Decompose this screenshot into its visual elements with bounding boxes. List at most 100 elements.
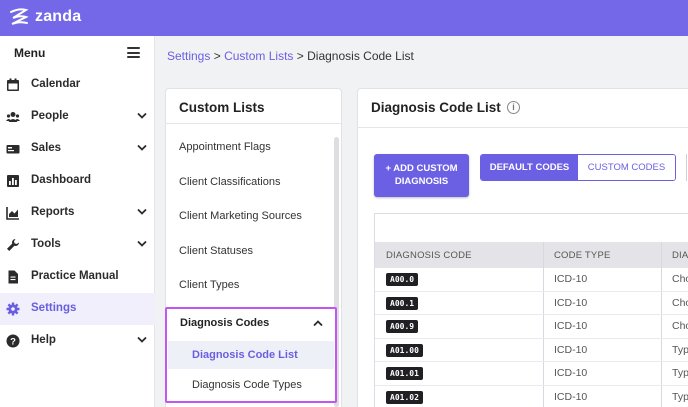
column-header-diagnosis-code[interactable]: DIAGNOSIS CODE: [386, 250, 472, 261]
list-item-client-marketing-sources[interactable]: Client Marketing Sources: [179, 210, 302, 222]
diagnosis-table: DIAGNOSIS CODE CODE TYPE DIA A00.0 ICD-1…: [374, 213, 688, 407]
sidebar-item-label: Help: [31, 334, 56, 346]
top-bar: zanda: [0, 0, 688, 36]
brand-name: zanda: [35, 8, 82, 25]
description-cell: Cho: [672, 273, 688, 285]
dashboard-icon: [7, 175, 19, 187]
sidebar-item-label: Tools: [31, 238, 61, 250]
divider: [358, 127, 688, 128]
sidebar-item-label: Settings: [31, 302, 77, 314]
add-custom-diagnosis-button[interactable]: + ADD CUSTOM DIAGNOSIS: [374, 154, 469, 197]
table-row[interactable]: A00.1 ICD-10 Cho: [375, 292, 688, 315]
svg-text:?: ?: [10, 337, 16, 348]
table-row[interactable]: A01.01 ICD-10 Typ: [375, 362, 688, 386]
code-type-cell: ICD-10: [554, 390, 588, 403]
page-title: Diagnosis Code List: [371, 100, 501, 115]
breadcrumb-custom-lists[interactable]: Custom Lists: [224, 49, 293, 63]
sidebar-item-calendar[interactable]: Calendar: [0, 69, 155, 101]
list-item-client-statuses[interactable]: Client Statuses: [179, 245, 253, 257]
list-item-diagnosis-code-list[interactable]: Diagnosis Code List: [168, 341, 334, 369]
menu-title: Menu: [14, 46, 46, 60]
table-row[interactable]: A00.0 ICD-10 Cho: [375, 268, 688, 292]
list-item-diagnosis-code-types[interactable]: Diagnosis Code Types: [192, 379, 302, 391]
code-badge: A00.9: [386, 320, 419, 333]
custom-lists-panel: Custom Lists Appointment Flags Client Cl…: [165, 88, 342, 407]
description-cell: Typ: [672, 343, 688, 356]
code-badge: A01.02: [386, 390, 423, 404]
list-item-client-classifications[interactable]: Client Classifications: [179, 176, 280, 188]
sidebar: Menu Calendar People Sales Dashboard Rep…: [0, 36, 155, 407]
sidebar-item-people[interactable]: People: [0, 101, 155, 133]
description-cell: Cho: [672, 296, 688, 309]
diagnosis-codes-group: Diagnosis Codes Diagnosis Code List Diag…: [165, 307, 337, 403]
sidebar-item-label: People: [31, 110, 69, 122]
add-button-line: DIAGNOSIS: [394, 176, 449, 187]
tab-default-codes[interactable]: DEFAULT CODES: [481, 155, 578, 180]
code-badge: A00.0: [386, 273, 419, 286]
column-header-description[interactable]: DIA: [672, 250, 688, 261]
hamburger-icon[interactable]: [127, 47, 140, 58]
breadcrumb-settings[interactable]: Settings: [167, 49, 210, 63]
breadcrumb-separator: >: [296, 49, 304, 63]
sidebar-item-settings[interactable]: Settings: [0, 293, 155, 325]
sidebar-item-sales[interactable]: Sales: [0, 133, 155, 165]
breadcrumb-current: Diagnosis Code List: [307, 49, 414, 63]
reports-icon: [6, 207, 19, 220]
table-row[interactable]: A01.02 ICD-10 Typ: [375, 386, 688, 407]
zanda-logo[interactable]: zanda: [8, 6, 81, 28]
sidebar-item-tools[interactable]: Tools: [0, 229, 155, 261]
code-type-cell: ICD-10: [554, 296, 588, 309]
breadcrumb-separator: >: [213, 49, 221, 63]
list-item-label: Diagnosis Code List: [192, 349, 298, 361]
diagnosis-code-panel: Diagnosis Code List i + ADD CUSTOM DIAGN…: [357, 88, 688, 407]
wrench-icon: [7, 239, 19, 251]
gear-icon: [6, 302, 20, 316]
code-type-cell: ICD-10: [554, 343, 588, 356]
sales-icon: [6, 145, 20, 154]
sidebar-item-label: Sales: [31, 142, 62, 154]
chevron-down-icon: [137, 240, 147, 247]
code-type-cell: ICD-10: [554, 273, 588, 285]
chevron-down-icon: [137, 112, 147, 119]
code-type-cell: ICD-10: [554, 367, 588, 379]
sidebar-item-reports[interactable]: Reports: [0, 197, 155, 229]
chevron-down-icon: [137, 144, 147, 151]
tab-custom-codes[interactable]: CUSTOM CODES: [578, 155, 675, 180]
divider: [166, 123, 341, 124]
table-header: DIAGNOSIS CODE CODE TYPE DIA: [375, 242, 688, 268]
add-button-line: + ADD CUSTOM: [385, 163, 458, 174]
description-cell: Typ: [672, 367, 688, 379]
help-icon: ?: [6, 334, 20, 348]
breadcrumb: Settings > Custom Lists > Diagnosis Code…: [167, 49, 414, 63]
zanda-logo-icon: [10, 8, 29, 25]
sidebar-item-label: Dashboard: [31, 174, 92, 186]
sidebar-item-label: Reports: [31, 206, 75, 218]
document-icon: [8, 270, 18, 284]
code-tabs: DEFAULT CODES CUSTOM CODES: [480, 154, 676, 181]
diagnosis-codes-header[interactable]: Diagnosis Codes: [180, 317, 269, 329]
sidebar-item-practice-manual[interactable]: Practice Manual: [0, 261, 155, 293]
column-header-code-type[interactable]: CODE TYPE: [554, 250, 611, 261]
sidebar-item-label: Calendar: [31, 78, 81, 90]
people-icon: [6, 112, 20, 122]
table-row[interactable]: A00.9 ICD-10 Cho: [375, 315, 688, 339]
code-badge: A01.00: [386, 343, 423, 357]
chevron-down-icon: [137, 208, 147, 215]
description-cell: Typ: [672, 390, 688, 403]
list-item-appointment-flags[interactable]: Appointment Flags: [179, 141, 271, 153]
sidebar-item-label: Practice Manual: [31, 270, 119, 282]
menu-header: Menu: [0, 36, 155, 70]
code-type-cell: ICD-10: [554, 320, 588, 332]
custom-lists-title: Custom Lists: [179, 100, 265, 115]
code-badge: A01.01: [386, 367, 423, 380]
sidebar-item-dashboard[interactable]: Dashboard: [0, 165, 155, 197]
description-cell: Cho: [672, 320, 688, 332]
calendar-icon: [7, 78, 19, 91]
code-badge: A00.1: [386, 296, 419, 310]
list-item-client-types[interactable]: Client Types: [179, 279, 239, 291]
chevron-up-icon[interactable]: [313, 320, 323, 327]
chevron-down-icon: [137, 336, 147, 343]
table-row[interactable]: A01.00 ICD-10 Typ: [375, 339, 688, 362]
info-icon[interactable]: i: [507, 101, 520, 114]
sidebar-item-help[interactable]: ? Help: [0, 325, 155, 357]
